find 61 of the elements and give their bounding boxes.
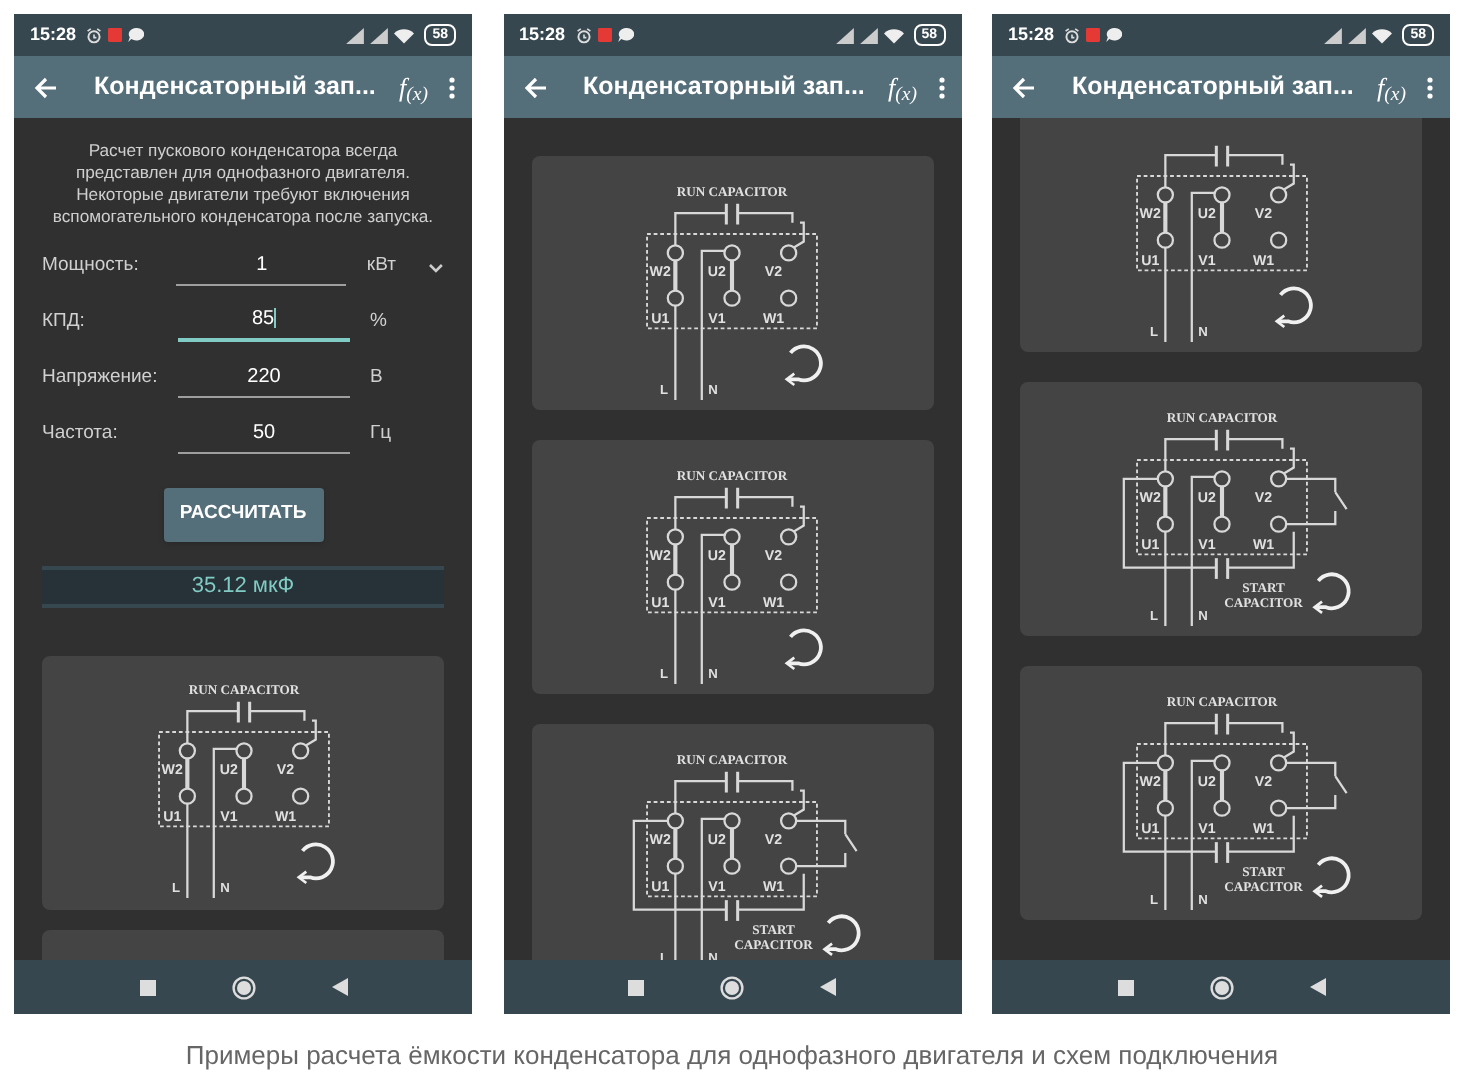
screen-title: Конденсаторный зап... <box>94 70 376 105</box>
alarm-clock-icon <box>1064 27 1081 43</box>
notification-icon <box>108 28 123 42</box>
description-text: Расчет пускового конденсатора всегда представлен для однофазного двигателя. Некоторые двигатели требуют включения вспомогательного конденсатора после запуска. <box>50 140 436 228</box>
chat-bubble-icon <box>617 28 634 42</box>
rotation-arrow-icon <box>1311 855 1350 897</box>
alarm-clock-icon <box>86 27 103 43</box>
back-arrow-icon[interactable] <box>1012 75 1036 99</box>
more-options-icon[interactable] <box>937 75 945 99</box>
more-options-icon[interactable] <box>448 75 456 99</box>
home-circle-icon[interactable] <box>1209 975 1233 999</box>
home-circle-icon[interactable] <box>720 975 744 999</box>
field-label: Мощность: <box>42 251 141 280</box>
chat-bubble-icon <box>1106 28 1123 42</box>
chat-bubble-icon <box>128 28 145 42</box>
back-arrow-icon[interactable] <box>523 75 547 99</box>
unit-label: кВт <box>366 251 398 280</box>
wifi-icon <box>883 27 904 43</box>
square-nav-icon[interactable] <box>628 979 644 995</box>
formula-button[interactable]: f$_{(x)}$ <box>399 74 428 100</box>
field-label: КПД: <box>42 307 87 336</box>
unit-label: Гц <box>370 419 394 448</box>
back-triangle-icon[interactable] <box>820 978 836 996</box>
input-field[interactable]: 85 <box>178 304 350 342</box>
rotation-arrow-icon <box>784 343 823 386</box>
input-field[interactable]: 220 <box>178 362 350 398</box>
unit-label: % <box>370 307 389 336</box>
notification-icon <box>597 28 612 42</box>
notification-icon <box>1086 28 1101 42</box>
text-cursor <box>274 308 277 329</box>
result-display: 35.12 мкФ <box>42 566 444 607</box>
status-time: 15:28 <box>519 21 566 48</box>
back-triangle-icon[interactable] <box>331 978 347 996</box>
rotation-arrow-icon <box>822 913 861 955</box>
status-time: 15:28 <box>30 21 77 48</box>
input-field[interactable]: 1 <box>176 250 347 286</box>
input-field[interactable]: 50 <box>178 418 350 454</box>
field-label: Напряжение: <box>42 363 160 392</box>
home-circle-icon[interactable] <box>231 975 255 999</box>
alarm-clock-icon <box>575 27 592 43</box>
square-nav-icon[interactable] <box>1117 979 1133 995</box>
rotation-arrow-icon <box>1311 571 1350 613</box>
screen-title: Конденсаторный зап... <box>583 70 865 105</box>
back-triangle-icon[interactable] <box>1309 978 1325 996</box>
field-label: Частота: <box>42 419 120 448</box>
formula-button[interactable]: f$_{(x)}$ <box>1377 74 1406 100</box>
dropdown-caret-icon[interactable] <box>428 262 445 274</box>
wifi-icon <box>394 27 415 43</box>
more-options-icon[interactable] <box>1426 75 1434 99</box>
unit-label: В <box>370 363 385 392</box>
rotation-arrow-icon <box>784 627 823 670</box>
formula-button[interactable]: f$_{(x)}$ <box>888 74 917 100</box>
caption: Примеры расчета ёмкости конденсатора для однофазного двигателя и схем подключения <box>185 1038 1279 1074</box>
rotation-arrow-icon <box>1273 285 1312 328</box>
screen-title: Конденсаторный зап... <box>1072 70 1354 105</box>
calculate-button[interactable]: РАССЧИТАТЬ <box>163 488 323 542</box>
wifi-icon <box>1372 27 1393 43</box>
square-nav-icon[interactable] <box>139 979 155 995</box>
status-time: 15:28 <box>1008 21 1055 48</box>
back-arrow-icon[interactable] <box>34 75 58 99</box>
rotation-arrow-icon <box>295 842 334 885</box>
